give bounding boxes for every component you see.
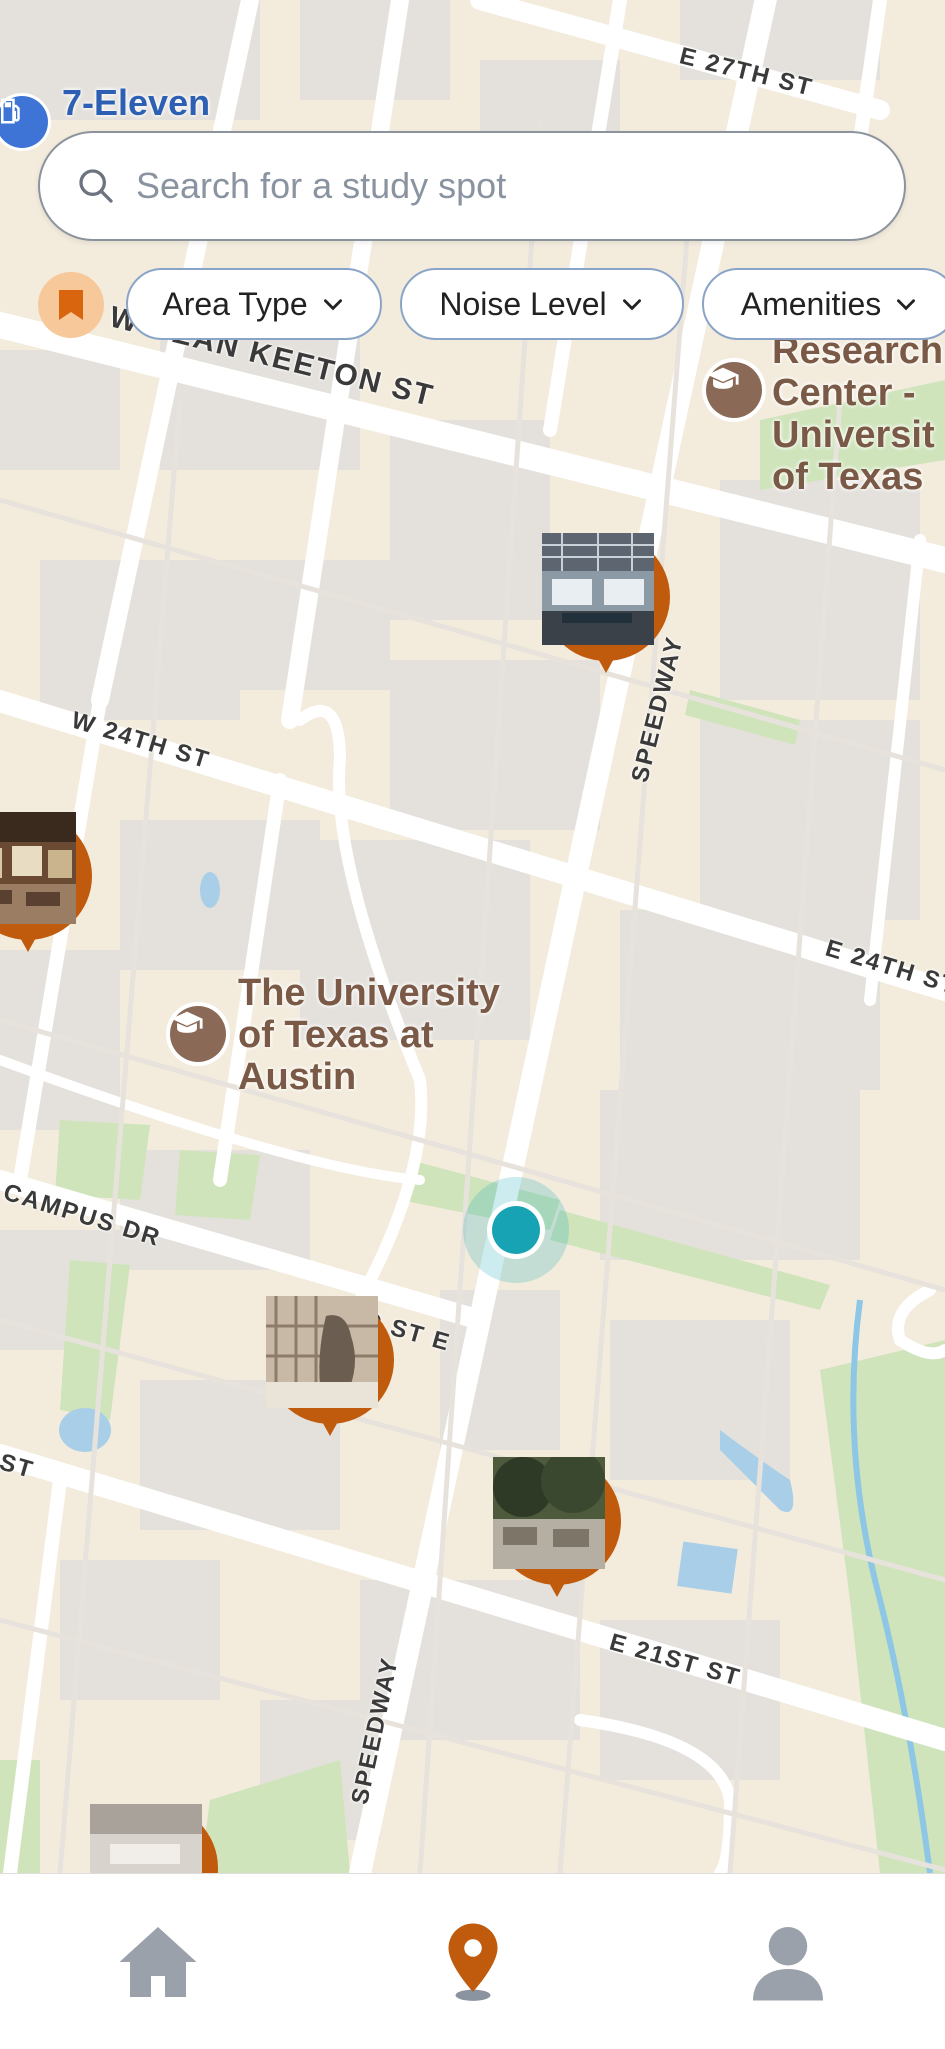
poi-label-line: of Texas at	[238, 1014, 434, 1056]
study-spot-photo	[493, 1457, 613, 1577]
bookmark-icon	[59, 290, 83, 320]
filter-chip-noise-level[interactable]: Noise Level	[400, 268, 684, 340]
chip-label: Area Type	[162, 285, 308, 322]
poi-label-line: The University	[238, 972, 500, 1014]
study-spot-marker[interactable]	[90, 1804, 218, 1873]
graduation-cap-icon[interactable]	[706, 362, 762, 418]
map-pin-icon	[448, 1923, 497, 2001]
user-location-dot	[492, 1206, 540, 1254]
chip-label: Noise Level	[439, 285, 607, 322]
filter-chip-area-type[interactable]: Area Type	[126, 268, 382, 340]
poi-label-research-center[interactable]: Research Center - Universit of Texas	[772, 330, 943, 498]
filter-chip-amenities[interactable]: Amenities	[702, 268, 945, 340]
bottom-nav	[0, 1873, 945, 2049]
poi-label-7-eleven[interactable]: 7-Eleven	[62, 82, 210, 124]
chip-label: Amenities	[740, 285, 882, 322]
chevron-down-icon	[622, 299, 641, 311]
poi-label-line: of Texas	[772, 456, 924, 498]
study-spot-marker[interactable]	[266, 1296, 394, 1440]
poi-label-line: Universit	[772, 414, 935, 456]
study-spot-marker[interactable]	[542, 533, 670, 677]
search-input[interactable]	[134, 164, 838, 208]
chevron-down-icon	[897, 299, 916, 311]
poi-label-ut-austin[interactable]: The University of Texas at Austin	[238, 972, 500, 1098]
study-spot-photo	[90, 1804, 210, 1873]
study-spot-photo	[0, 812, 84, 932]
poi-label-line: Austin	[238, 1056, 357, 1098]
nav-profile[interactable]	[630, 1874, 945, 2049]
saved-spots-button[interactable]	[38, 272, 104, 338]
study-spot-photo	[542, 533, 662, 653]
study-spot-marker[interactable]	[0, 812, 92, 956]
study-spot-photo	[266, 1296, 386, 1416]
poi-label-line: Center -	[772, 372, 916, 414]
search-icon	[79, 169, 113, 203]
nav-home[interactable]	[0, 1874, 315, 2049]
chevron-down-icon	[323, 299, 342, 311]
home-icon	[119, 1926, 196, 1997]
user-icon	[752, 1926, 823, 2000]
user-location-indicator	[463, 1177, 569, 1283]
search-bar[interactable]	[38, 131, 906, 241]
nav-map[interactable]	[315, 1874, 630, 2049]
graduation-cap-icon[interactable]	[170, 1006, 226, 1062]
study-spot-marker[interactable]	[493, 1457, 621, 1601]
filter-bar: Area Type Noise Level Amenities	[0, 268, 945, 342]
